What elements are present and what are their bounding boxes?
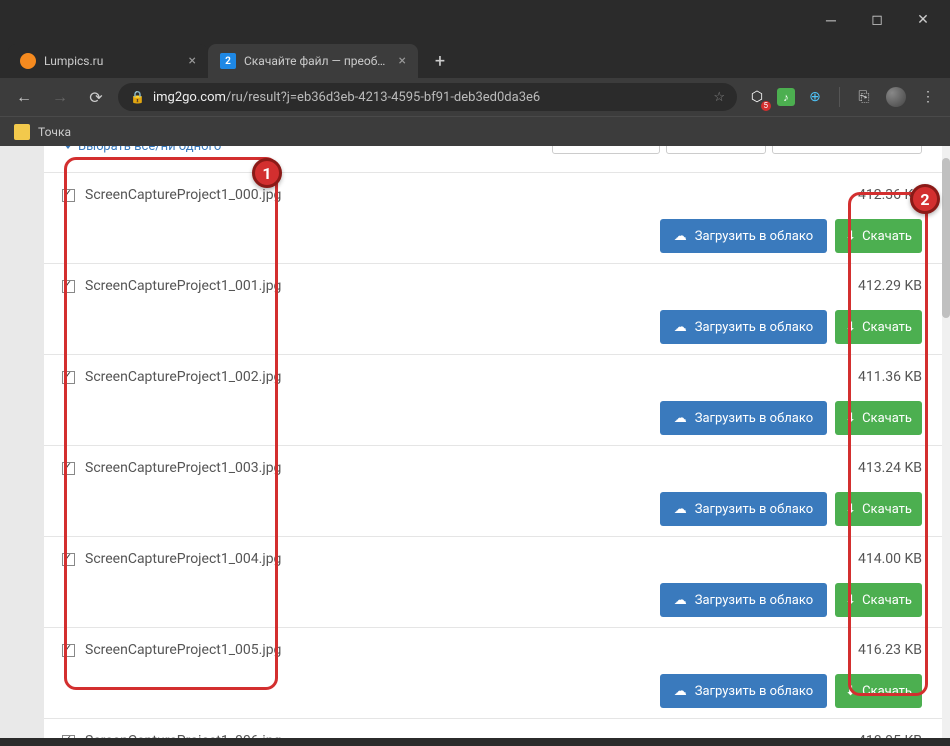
favicon-icon	[20, 53, 36, 69]
file-row: ScreenCaptureProject1_001.jpg 412.29 KB ☁З…	[44, 263, 942, 354]
back-button[interactable]: ←	[10, 83, 38, 111]
file-name: ScreenCaptureProject1_001.jpg	[85, 278, 281, 294]
url-text: img2go.com/ru/result?j=eb36d3eb-4213-459…	[153, 90, 705, 105]
upload-cloud-button[interactable]: ☁Загрузить в облако	[660, 401, 827, 435]
download-button[interactable]: ⬇Скачать	[835, 219, 922, 253]
download-button[interactable]: ⬇Скачать	[835, 583, 922, 617]
page-content: Выбрать все/ни одного ↻Повторить 🗑Удалит…	[44, 146, 942, 738]
upload-cloud-button[interactable]: ☁Загрузить в облако	[660, 219, 827, 253]
tab-lumpics[interactable]: Lumpics.ru ×	[8, 44, 208, 78]
tab-img2go[interactable]: 2 Скачайте файл — преобразова... ×	[208, 44, 418, 78]
cloud-icon: ☁	[674, 229, 687, 244]
select-all-label: Выбрать все/ни одного	[78, 146, 221, 154]
file-name: ScreenCaptureProject1_004.jpg	[85, 551, 281, 567]
file-checkbox[interactable]	[62, 189, 75, 202]
file-row: ScreenCaptureProject1_006.jpg418.95 KB☁З…	[44, 718, 942, 738]
download-icon: ⬇	[845, 229, 856, 244]
favicon-icon: 2	[220, 53, 236, 69]
file-size: 418.95 KB	[858, 733, 922, 738]
file-checkbox[interactable]	[62, 371, 75, 384]
download-button[interactable]: ⬇Скачать	[835, 492, 922, 526]
reload-button[interactable]: ⟳	[82, 83, 110, 111]
bookmark-item[interactable]: Точка	[38, 125, 71, 139]
file-name: ScreenCaptureProject1_000.jpg	[85, 187, 281, 203]
repeat-icon: ↻	[565, 146, 576, 147]
lock-icon: 🔒	[130, 90, 145, 104]
file-size: 413.24 KB	[858, 460, 922, 476]
browser-toolbar: ← → ⟳ 🔒 img2go.com/ru/result?j=eb36d3eb-…	[0, 78, 950, 116]
download-icon: ⬇	[785, 146, 796, 147]
menu-button[interactable]: ⋮	[916, 85, 940, 109]
folder-icon	[14, 124, 30, 140]
upload-cloud-button[interactable]: ☁Загрузить в облако	[660, 310, 827, 344]
scrollbar-track[interactable]	[942, 146, 950, 738]
trash-icon: 🗑	[679, 146, 696, 147]
reading-list-icon[interactable]: ⎘	[852, 85, 876, 109]
upload-cloud-button[interactable]: ☁Загрузить в облако	[660, 674, 827, 708]
download-icon: ⬇	[845, 593, 856, 608]
file-checkbox[interactable]	[62, 462, 75, 475]
cloud-icon: ☁	[674, 593, 687, 608]
file-name: ScreenCaptureProject1_006.jpg	[85, 733, 281, 738]
download-button[interactable]: ⬇Скачать	[835, 401, 922, 435]
cloud-icon: ☁	[674, 684, 687, 699]
tab-title: Lumpics.ru	[44, 54, 181, 68]
extension-icon[interactable]: ⬡5	[745, 85, 769, 109]
file-list: ScreenCaptureProject1_000.jpg 412.36 KB ☁З…	[44, 172, 942, 738]
file-checkbox[interactable]	[62, 644, 75, 657]
window-titlebar: ─ ◻ ✕	[0, 0, 950, 40]
file-size: 411.36 KB	[858, 369, 922, 385]
download-button[interactable]: ⬇Скачать	[835, 674, 922, 708]
close-icon[interactable]: ×	[189, 53, 196, 69]
profile-avatar[interactable]	[884, 85, 908, 109]
file-size: 414.00 KB	[858, 551, 922, 567]
file-checkbox[interactable]	[62, 553, 75, 566]
bookmarks-bar: Точка	[0, 116, 950, 146]
file-name: ScreenCaptureProject1_002.jpg	[85, 369, 281, 385]
maximize-button[interactable]: ◻	[854, 4, 900, 36]
divider	[839, 87, 840, 107]
page-gutter	[0, 146, 44, 738]
scrollbar-thumb[interactable]	[942, 158, 950, 318]
extension-globe-icon[interactable]: ⊕	[803, 85, 827, 109]
file-size: 412.36 KB	[858, 187, 922, 203]
file-name: ScreenCaptureProject1_005.jpg	[85, 642, 281, 658]
file-checkbox[interactable]	[62, 735, 75, 739]
file-name: ScreenCaptureProject1_003.jpg	[85, 460, 281, 476]
file-checkbox[interactable]	[62, 280, 75, 293]
file-row: ScreenCaptureProject1_000.jpg 412.36 KB ☁З…	[44, 172, 942, 263]
repeat-button[interactable]: ↻Повторить	[552, 146, 660, 154]
file-size: 412.29 KB	[858, 278, 922, 294]
download-icon: ⬇	[845, 502, 856, 517]
close-window-button[interactable]: ✕	[900, 4, 946, 36]
address-bar[interactable]: 🔒 img2go.com/ru/result?j=eb36d3eb-4213-4…	[118, 83, 737, 111]
tab-title: Скачайте файл — преобразова...	[244, 54, 391, 68]
file-row: ScreenCaptureProject1_005.jpg 416.23 KB ☁З…	[44, 627, 942, 718]
file-row: ScreenCaptureProject1_002.jpg 411.36 KB ☁З…	[44, 354, 942, 445]
tab-strip: Lumpics.ru × 2 Скачайте файл — преобразо…	[0, 40, 950, 78]
download-icon: ⬇	[845, 411, 856, 426]
select-all-toggle[interactable]: Выбрать все/ни одного	[64, 146, 221, 154]
cloud-icon: ☁	[674, 502, 687, 517]
upload-cloud-button[interactable]: ☁Загрузить в облако	[660, 583, 827, 617]
download-zip-button[interactable]: ⬇Скачать файл ZIP	[772, 146, 922, 154]
caret-down-icon	[64, 146, 72, 149]
list-header: Выбрать все/ни одного ↻Повторить 🗑Удалит…	[44, 146, 942, 156]
cloud-icon: ☁	[674, 320, 687, 335]
upload-cloud-button[interactable]: ☁Загрузить в облако	[660, 492, 827, 526]
minimize-button[interactable]: ─	[808, 4, 854, 36]
file-row: ScreenCaptureProject1_003.jpg 413.24 KB ☁З…	[44, 445, 942, 536]
extension-music-icon[interactable]: ♪	[777, 88, 795, 106]
download-icon: ⬇	[845, 320, 856, 335]
close-icon[interactable]: ×	[399, 53, 406, 69]
delete-button[interactable]: 🗑Удалить	[666, 146, 765, 154]
file-size: 416.23 KB	[858, 642, 922, 658]
cloud-icon: ☁	[674, 411, 687, 426]
forward-button[interactable]: →	[46, 83, 74, 111]
download-button[interactable]: ⬇Скачать	[835, 310, 922, 344]
file-row: ScreenCaptureProject1_004.jpg 414.00 KB ☁З…	[44, 536, 942, 627]
new-tab-button[interactable]: +	[426, 47, 454, 75]
download-icon: ⬇	[845, 684, 856, 699]
star-icon[interactable]: ☆	[713, 90, 725, 105]
